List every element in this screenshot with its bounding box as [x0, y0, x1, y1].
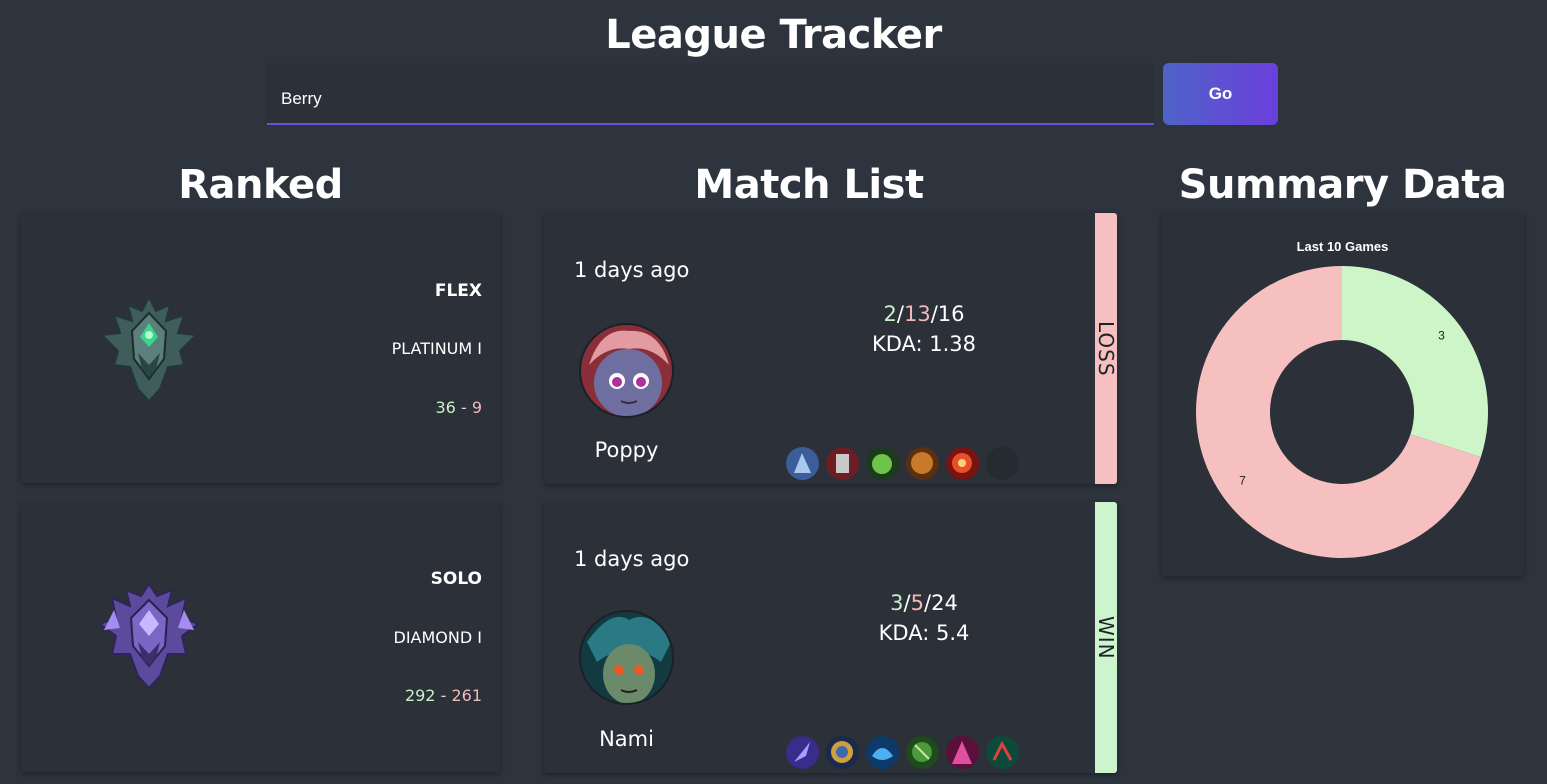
match-time: 1 days ago	[574, 547, 690, 571]
item-3-icon	[866, 736, 899, 769]
kill-death-assist: 2/13/16	[814, 302, 1034, 326]
ranked-wins: 36	[435, 398, 456, 417]
ranked-record: 292 - 261	[405, 686, 482, 705]
deaths-value: 5	[910, 591, 924, 615]
ranked-tier: PLATINUM I	[391, 339, 482, 358]
kda-slash: /	[903, 591, 911, 615]
nami-portrait-icon	[579, 610, 674, 705]
item-build	[786, 447, 1019, 480]
champion-name: Nami	[599, 727, 654, 751]
ranked-queue: SOLO	[430, 569, 482, 589]
win-loss-donut-chart: 37	[1196, 266, 1488, 558]
item-2-icon	[826, 447, 859, 480]
ranked-queue: FLEX	[434, 281, 482, 301]
record-separator: -	[460, 398, 467, 417]
kda-slash: /	[930, 302, 938, 326]
ranked-tier: DIAMOND I	[393, 628, 482, 647]
result-strip: WIN	[1094, 502, 1118, 773]
ranked-record: 36 - 9	[435, 398, 482, 417]
match-result: WIN	[1094, 615, 1118, 660]
ranked-heading: Ranked	[178, 162, 343, 208]
item-1-icon	[786, 447, 819, 480]
item-3-icon	[866, 447, 899, 480]
match-time: 1 days ago	[574, 258, 690, 282]
deaths-value: 13	[903, 302, 931, 326]
platinum-emblem-icon	[94, 293, 204, 403]
item-build	[786, 736, 1019, 769]
match-card[interactable]: 1 days ago Poppy 2/13/16 KDA: 1.38 LOSS	[544, 213, 1118, 484]
kills-value: 2	[883, 302, 897, 326]
ranked-wins: 292	[404, 686, 436, 705]
item-2-icon	[826, 736, 859, 769]
assists-value: 24	[931, 591, 958, 615]
slice-value-label: 3	[1438, 329, 1445, 343]
kda-ratio: KDA: 1.38	[871, 332, 977, 356]
ranked-losses: 9	[471, 398, 482, 417]
match-result: LOSS	[1094, 320, 1118, 377]
item-5-icon	[946, 736, 979, 769]
kda-ratio: KDA: 5.4	[878, 621, 970, 645]
kda-slash: /	[896, 302, 904, 326]
slice-value-label: 7	[1239, 473, 1246, 487]
champion-name: Poppy	[594, 438, 659, 462]
kill-death-assist: 3/5/24	[814, 591, 1034, 615]
ranked-card-flex: FLEX PLATINUM I 36 - 9	[21, 213, 500, 483]
poppy-portrait-icon	[579, 323, 674, 418]
match-card[interactable]: 1 days ago Nami 3/5/24 KDA: 5.4 WIN	[544, 502, 1118, 773]
kills-value: 3	[890, 591, 904, 615]
record-separator: -	[440, 686, 447, 705]
diamond-emblem-icon	[94, 580, 204, 690]
item-4-icon	[906, 447, 939, 480]
item-5-icon	[946, 447, 979, 480]
go-button[interactable]: Go	[1163, 63, 1278, 125]
item-1-icon	[786, 736, 819, 769]
donut-slice-wins[interactable]	[1342, 266, 1488, 458]
summoner-search[interactable]	[267, 63, 1154, 125]
search-input[interactable]	[267, 63, 1154, 123]
app-title: League Tracker	[605, 12, 942, 58]
ranked-card-solo: SOLO DIAMOND I 292 - 261	[21, 502, 500, 772]
empty-item-slot	[986, 447, 1019, 480]
result-strip: LOSS	[1094, 213, 1118, 484]
summary-heading: Summary Data	[1178, 162, 1507, 208]
item-4-icon	[906, 736, 939, 769]
assists-value: 16	[937, 302, 965, 326]
match-list-heading: Match List	[694, 162, 924, 208]
ranked-losses: 261	[451, 686, 482, 705]
summary-card: Last 10 Games 37	[1161, 213, 1524, 576]
item-6-icon	[986, 736, 1019, 769]
